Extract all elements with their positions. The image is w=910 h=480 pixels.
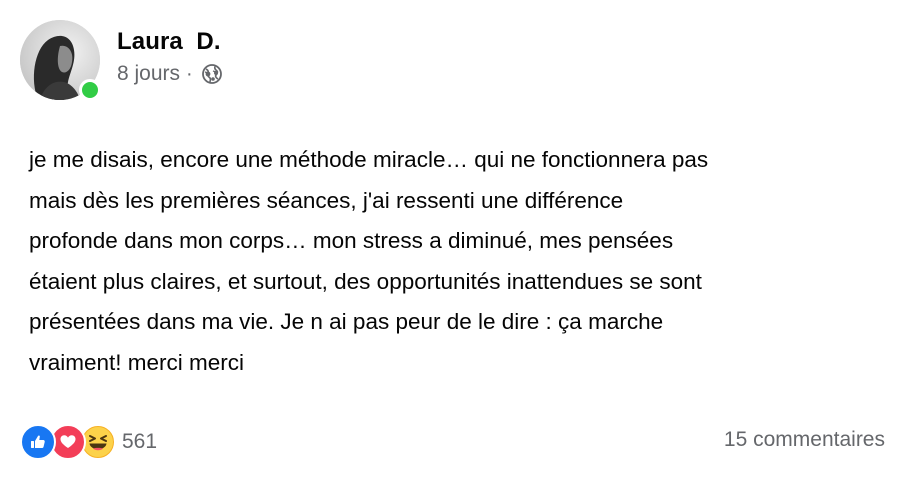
- author-name[interactable]: Laura D.: [117, 28, 221, 56]
- avatar-wrapper[interactable]: [20, 20, 101, 101]
- post-meta: 8 jours ·: [117, 62, 223, 86]
- online-status-dot: [79, 79, 101, 101]
- reaction-count[interactable]: 561: [122, 430, 157, 454]
- post-text: je me disais, encore une méthode miracle…: [29, 147, 709, 375]
- comments-count-link[interactable]: 15 commentaires: [724, 428, 885, 452]
- post-timestamp[interactable]: 8 jours: [117, 62, 180, 86]
- globe-icon[interactable]: [201, 63, 223, 85]
- post-card: Laura D. 8 jours · je me disais, encore …: [0, 0, 910, 480]
- reactions-summary[interactable]: 561: [20, 423, 157, 461]
- meta-separator: ·: [186, 62, 193, 85]
- thumbs-up-icon: [20, 424, 56, 460]
